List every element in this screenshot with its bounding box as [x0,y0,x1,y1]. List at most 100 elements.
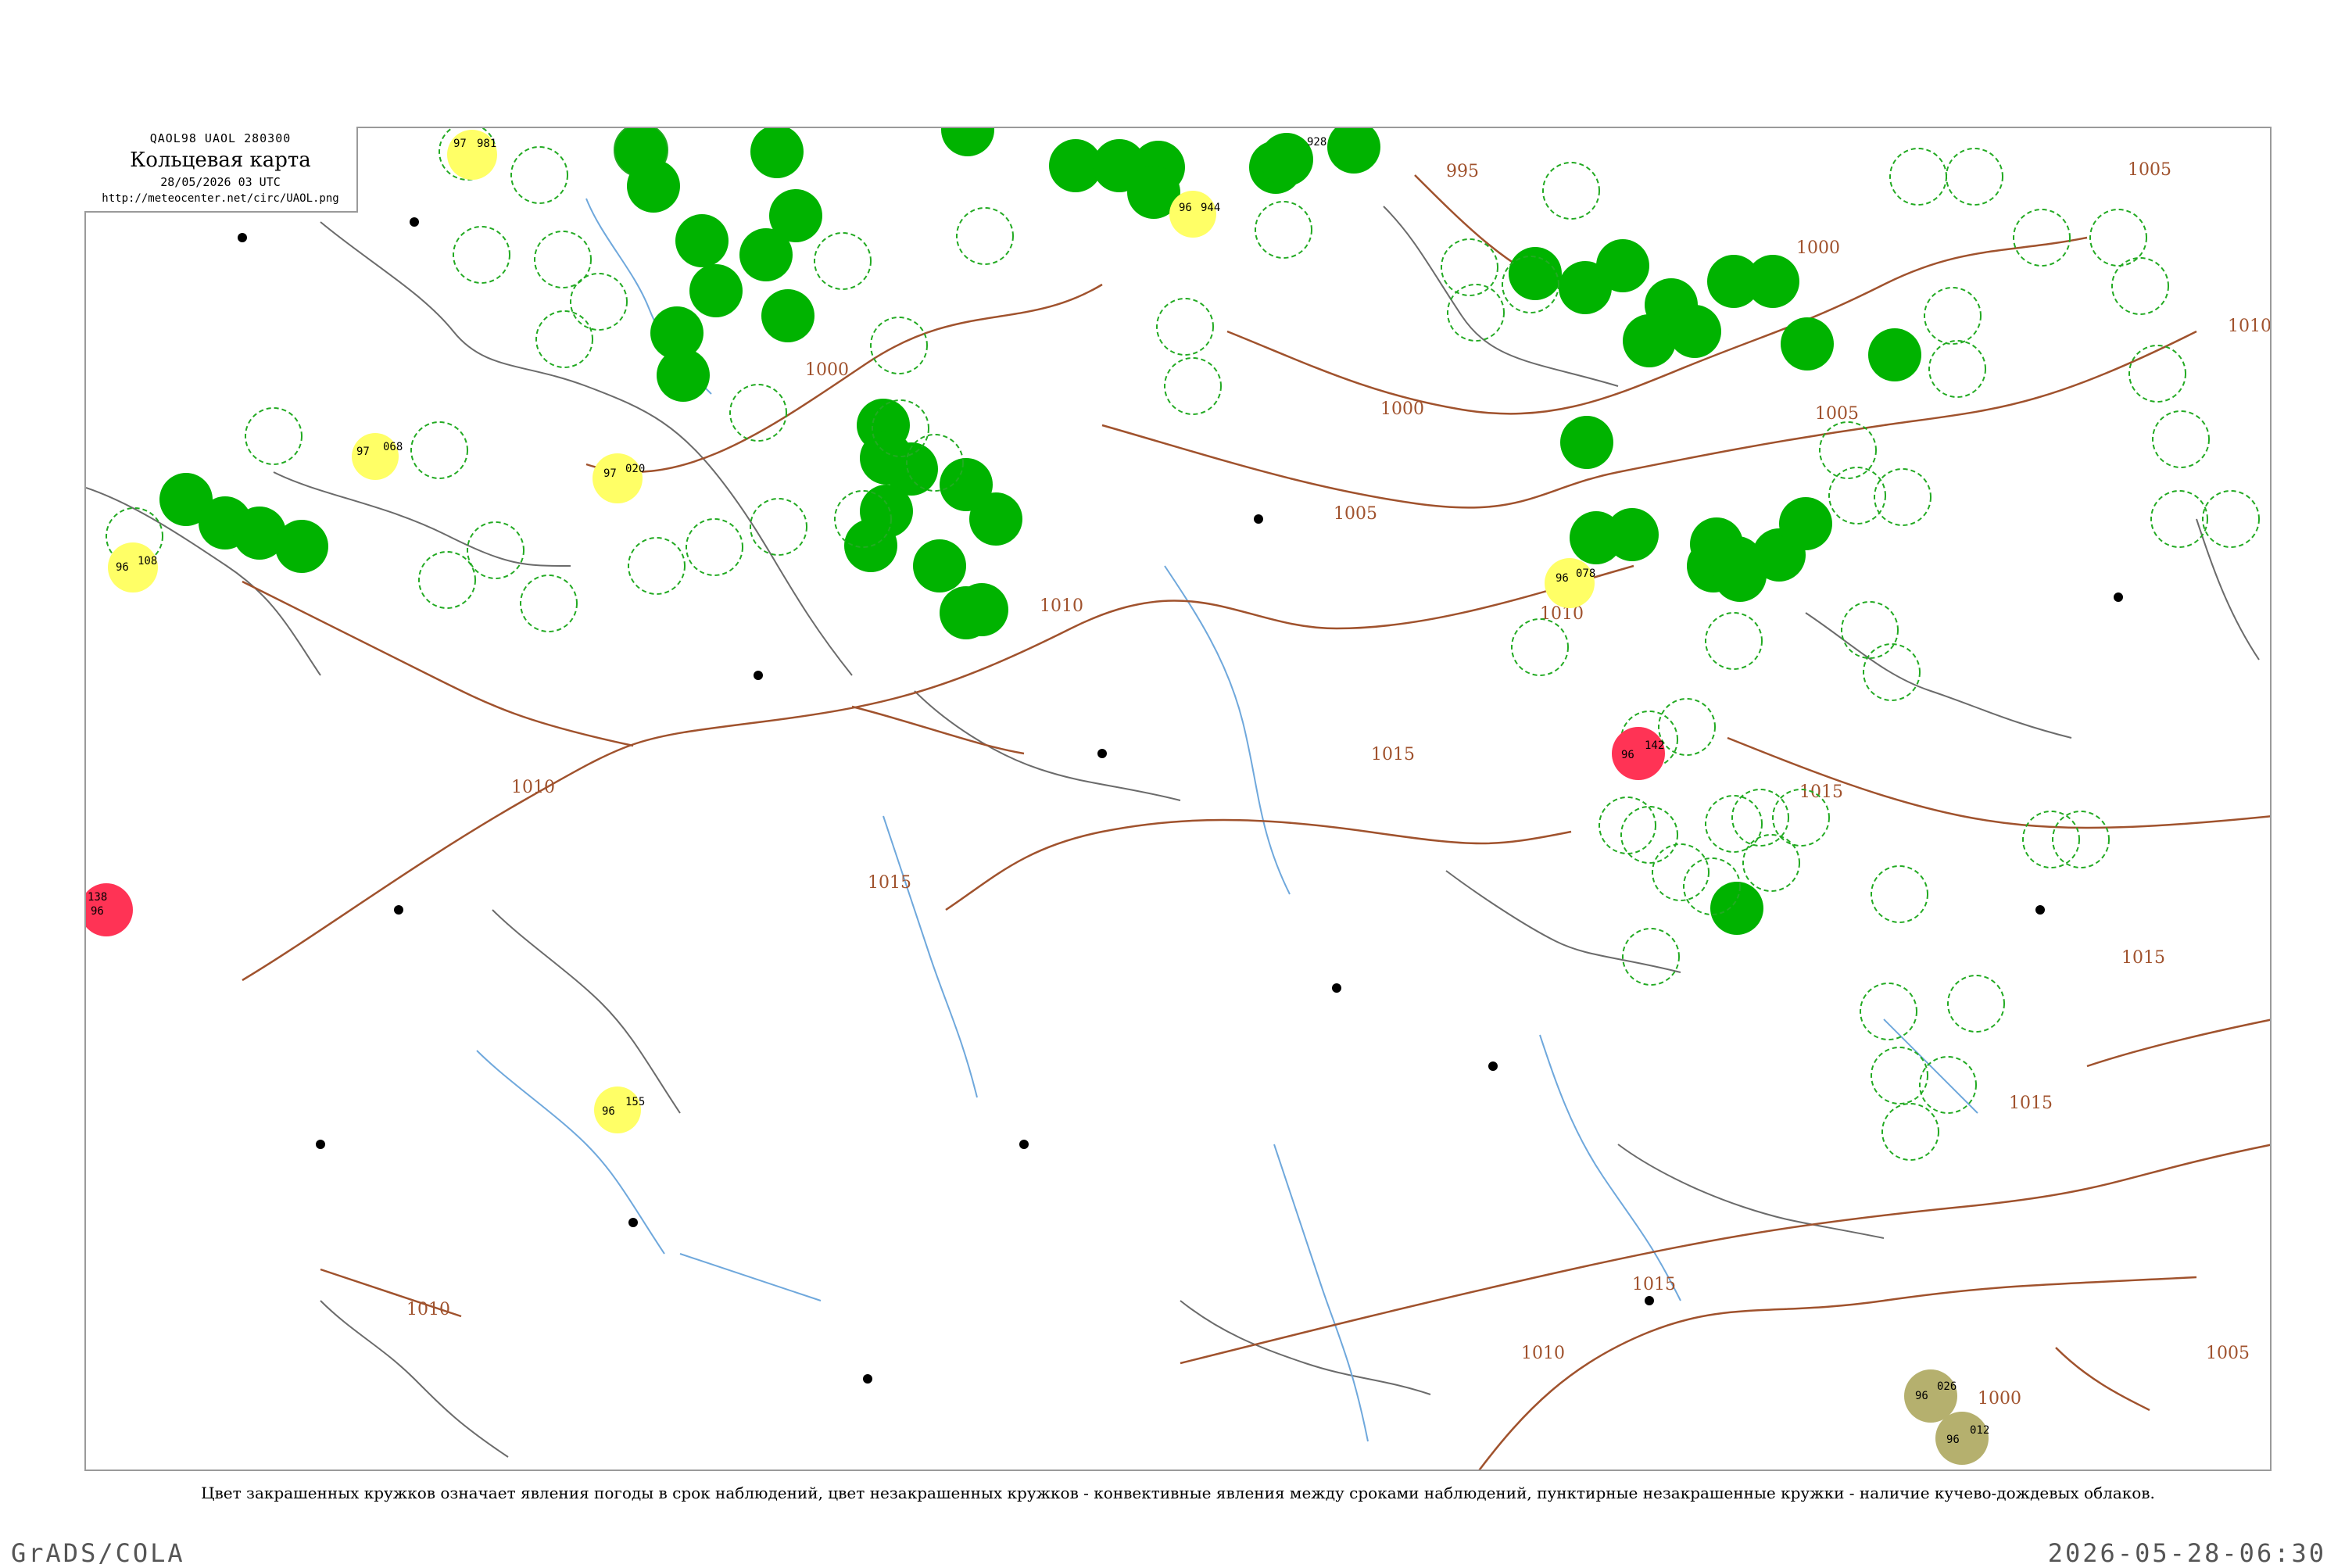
station-circle [657,349,710,402]
station-value: 96 [91,905,104,918]
cb-circle [2111,257,2169,315]
station-circle [1612,727,1665,780]
cb-circle [1860,983,1917,1040]
observation-time: 28/05/2026 03 UTC [160,175,281,189]
cb-circle [1828,467,1886,524]
cb-circle [1652,843,1710,901]
station-value: 026 [1937,1380,1957,1393]
cb-circle [2150,490,2208,548]
station-circle [275,520,328,573]
cb-circle [1164,357,1222,415]
green-stations [159,128,1921,935]
isobar-label: 995 [1446,162,1479,181]
station-dot [238,233,247,242]
station-value: 078 [1576,567,1595,580]
station-circle [1868,328,1921,381]
cb-circle [1889,148,1947,206]
station-circle [593,453,643,503]
cb-circle [814,232,872,290]
station-dot [1019,1140,1029,1149]
station-dot [1332,983,1341,993]
isobar-label: 1010 [406,1300,450,1319]
cb-circle [1620,806,1678,864]
cb-circle [2202,490,2260,548]
cb-circle [535,310,593,368]
station-dot [2035,905,2045,915]
cb-circle [1599,797,1656,854]
station-value: 96 [1946,1434,1960,1446]
cb-circle [1928,340,1986,398]
cb-circle [686,518,743,576]
station-value: 97 [453,138,467,150]
cb-circle [2022,811,2080,868]
map-title-box: QAOL98 UAOL 280300 Кольцевая карта 28/05… [84,127,358,213]
station-circle [689,264,743,317]
station-circle [761,289,814,342]
station-value: 138 [88,891,107,904]
cb-circle [1924,287,1982,345]
station-circle [1560,416,1613,469]
cb-circle [1705,795,1763,853]
isobar-label: 1015 [2009,1094,2053,1113]
isobar-label: 1015 [1799,782,1843,802]
isobar-label: 1010 [511,778,555,797]
station-circle [1327,128,1380,174]
station-circle [739,228,793,281]
station-dot [628,1218,638,1227]
station-circle [594,1087,641,1133]
isobar-label: 1010 [2228,317,2272,336]
bulletin-code: QAOL98 UAOL 280300 [149,131,292,145]
cb-circle [2152,410,2210,468]
footer-timestamp: 2026-05-28-06:30 [2047,1538,2326,1568]
cb-circle [628,537,686,595]
station-dot [1254,514,1263,524]
station-circle [627,159,680,213]
station-value: 96 [602,1105,615,1118]
isobar-label: 1000 [1978,1389,2021,1409]
footer-software: GrADS/COLA [11,1538,185,1568]
isobar-label: 1010 [1040,596,1083,616]
station-dot [2114,592,2123,602]
station-dot [410,217,419,227]
cb-circle [1542,162,1600,220]
cb-circle [1841,601,1899,659]
cb-circle [2013,209,2071,267]
station-circle [1169,191,1216,238]
station-dot [394,905,403,915]
cb-circle [2128,345,2186,403]
cb-circle [1881,1103,1939,1161]
weather-map: 995 1000 1000 1000 1000 1005 1005 1005 1… [86,128,2272,1470]
station-value: 97 [356,446,370,458]
source-url: http://meteocenter.net/circ/UAOL.png [102,192,339,205]
station-value: 020 [625,463,645,475]
cb-circle [467,521,524,579]
cb-circle [520,575,578,632]
station-circle [1904,1369,1957,1423]
station-value: 96 [1556,572,1569,585]
station-circle [1779,497,1832,550]
station-value: 012 [1970,1424,1989,1437]
cb-circle [1919,1056,1977,1114]
station-circle [1935,1412,1989,1465]
isobar-label: 1000 [1796,238,1840,258]
station-dot [316,1140,325,1149]
cb-circle [1255,201,1312,259]
station-circle [860,431,913,485]
station-dot [863,1374,872,1384]
station-value: 108 [138,555,157,567]
cb-circle [453,226,510,284]
map-caption: Цвет закрашенных кружков означает явлени… [201,1484,2155,1502]
station-circle [1623,314,1676,367]
station-value: 96 [1915,1390,1928,1402]
cb-circles [106,128,2260,1161]
cb-circle [1946,148,2003,206]
station-circle [1606,508,1659,561]
isobar-label: 1005 [1334,504,1377,524]
station-value: 155 [625,1096,645,1108]
station-value: 142 [1645,739,1664,752]
cb-circle [1871,1047,1928,1104]
station-circle [1710,536,1763,589]
station-value: 944 [1201,202,1220,214]
station-circle [1260,133,1313,186]
station-circle [1781,317,1834,371]
